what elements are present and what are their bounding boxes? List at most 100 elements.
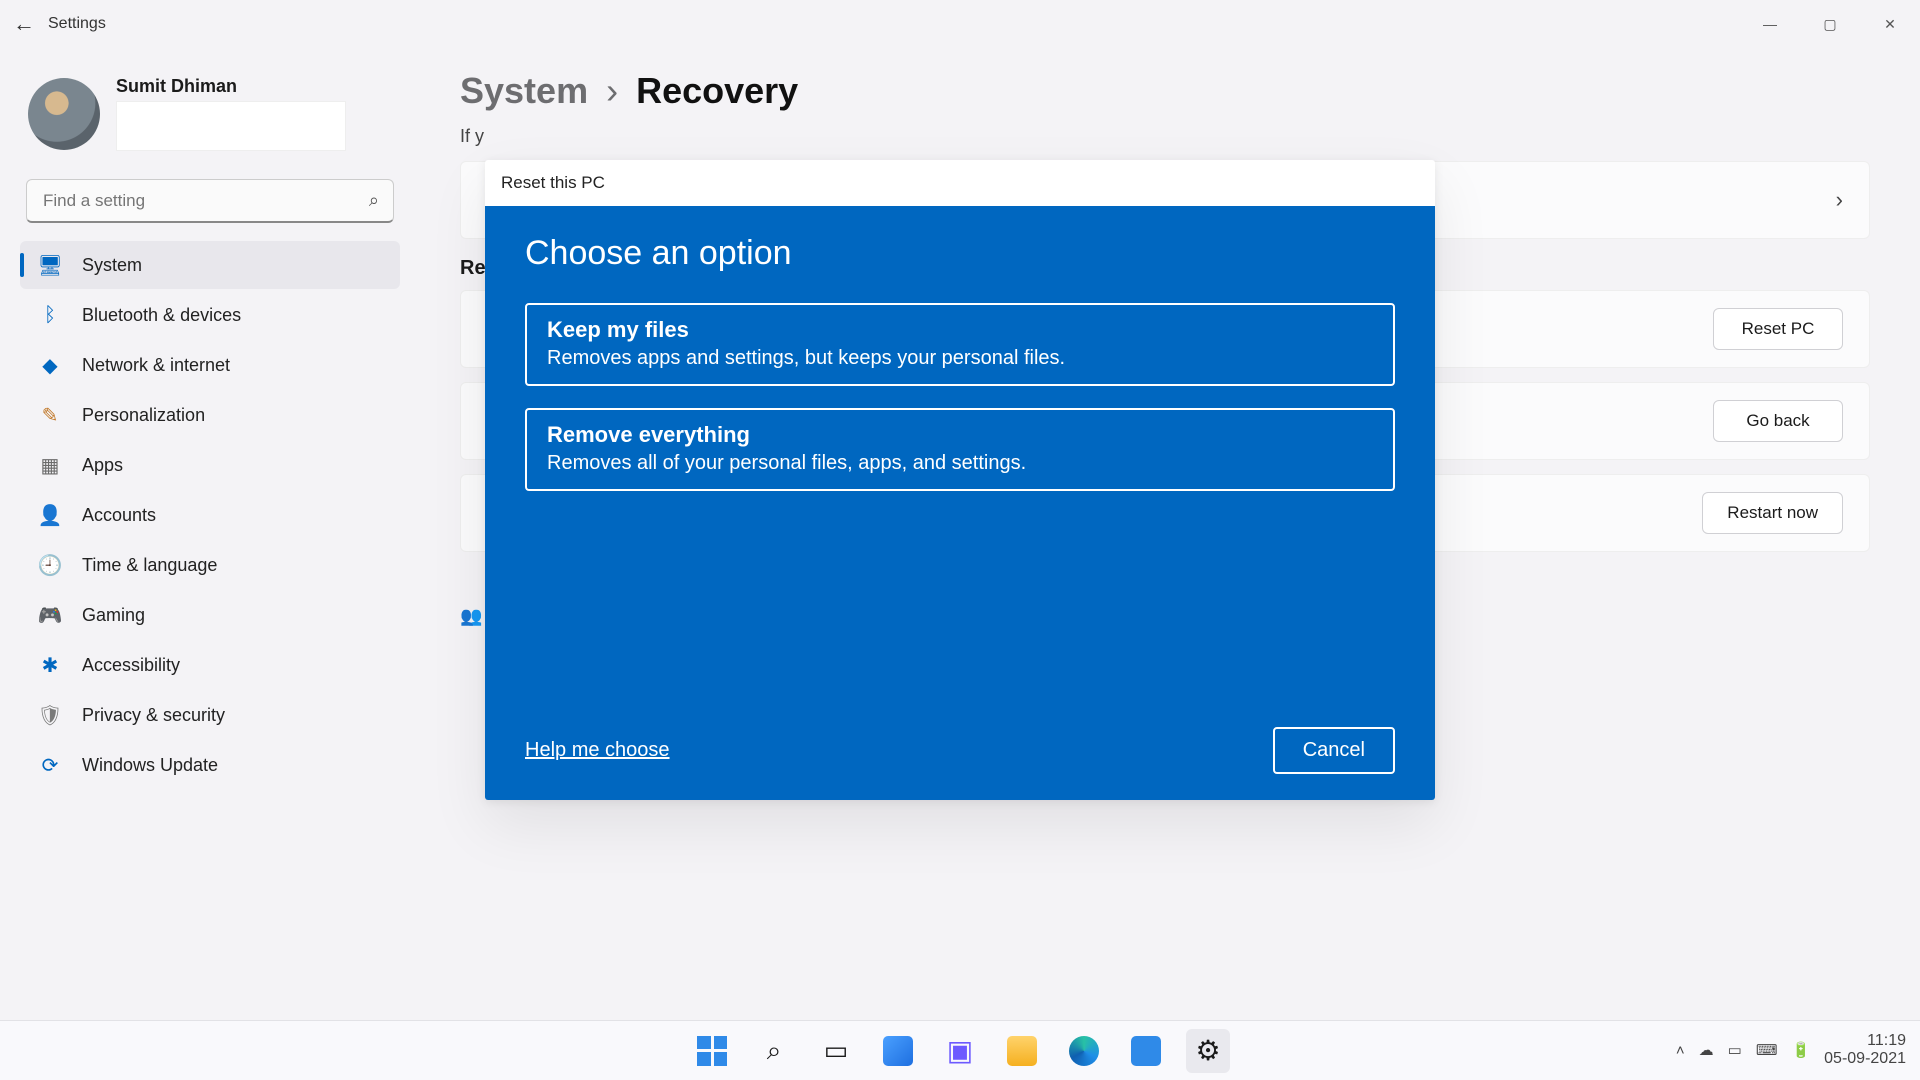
sidebar-item-privacy-security[interactable]: 🛡 Privacy & security (20, 691, 400, 739)
bluetooth-icon: ᛒ (38, 303, 62, 327)
settings-taskbar-button[interactable]: ⚙ (1186, 1029, 1230, 1073)
sidebar-item-label: Bluetooth & devices (82, 305, 241, 326)
clock-date: 05-09-2021 (1824, 1050, 1906, 1068)
profile-name: Sumit Dhiman (116, 76, 346, 97)
feedback-icon: 👥 (460, 606, 482, 627)
widgets-icon (883, 1036, 913, 1066)
maximize-icon: ▢ (1823, 16, 1836, 33)
profile[interactable]: Sumit Dhiman (20, 70, 400, 171)
maximize-button[interactable]: ▢ (1800, 0, 1860, 48)
display-tray-icon[interactable]: ▭ (1728, 1041, 1742, 1059)
close-icon: ✕ (1884, 16, 1896, 33)
nav: 🖥 System ᛒ Bluetooth & devices ◆ Network & in… (20, 241, 400, 789)
back-arrow-icon: ← (13, 11, 35, 37)
sidebar-item-bluetooth-devices[interactable]: ᛒ Bluetooth & devices (20, 291, 400, 339)
sidebar-item-label: Accounts (82, 505, 156, 526)
go-back-button[interactable]: Go back (1713, 400, 1843, 442)
option-keep-my-files[interactable]: Keep my files Removes apps and settings,… (525, 303, 1395, 386)
sidebar-item-label: Privacy & security (82, 705, 225, 726)
sidebar-item-time-language[interactable]: 🕘 Time & language (20, 541, 400, 589)
cancel-button[interactable]: Cancel (1273, 727, 1395, 774)
app-title: Settings (48, 15, 106, 33)
sidebar-item-label: Apps (82, 455, 123, 476)
sidebar-item-label: System (82, 255, 142, 276)
dialog-title: Choose an option (525, 234, 1395, 273)
sidebar-item-label: Personalization (82, 405, 205, 426)
store-button[interactable] (1124, 1029, 1168, 1073)
minimize-button[interactable]: ― (1740, 0, 1800, 48)
wifi-icon: ◆ (38, 353, 62, 377)
avatar (28, 78, 100, 150)
chat-button[interactable]: ▣ (938, 1029, 982, 1073)
option-desc: Removes apps and settings, but keeps you… (547, 347, 1373, 370)
taskbar-center: ⌕ ▭ ▣ ⚙ (690, 1029, 1230, 1073)
sidebar-item-accessibility[interactable]: ✱Accessibility (20, 641, 400, 689)
close-button[interactable]: ✕ (1860, 0, 1920, 48)
window-controls: ― ▢ ✕ (1740, 0, 1920, 48)
titlebar: ← Settings ― ▢ ✕ (0, 0, 1920, 48)
display-icon: 🖥 (38, 253, 62, 277)
widgets-button[interactable] (876, 1029, 920, 1073)
sidebar-item-system[interactable]: 🖥 System (20, 241, 400, 289)
edge-button[interactable] (1062, 1029, 1106, 1073)
option-title: Remove everything (547, 422, 1373, 448)
option-title: Keep my files (547, 317, 1373, 343)
option-remove-everything[interactable]: Remove everything Removes all of your pe… (525, 408, 1395, 491)
sidebar-item-accounts[interactable]: 👤 Accounts (20, 491, 400, 539)
search-icon: ⌕ (369, 190, 379, 211)
search-input[interactable] (41, 190, 369, 212)
sidebar-item-label: Network & internet (82, 355, 230, 376)
back-button[interactable]: ← (0, 11, 48, 37)
tray-chevron-icon[interactable]: ˄ (1676, 1042, 1685, 1059)
taskbar: ⌕ ▭ ▣ ⚙ ˄ ☁ ▭ ⌨ 🔋 11:19 05-09-2021 (0, 1020, 1920, 1080)
search-box[interactable]: ⌕ (26, 179, 394, 223)
taskbar-search-button[interactable]: ⌕ (752, 1029, 796, 1073)
edge-icon (1069, 1036, 1099, 1066)
sidebar-item-label: Gaming (82, 605, 145, 626)
sidebar-item-windows-update[interactable]: ⟳ Windows Update (20, 741, 400, 789)
help-me-choose-link[interactable]: Help me choose (525, 739, 670, 762)
breadcrumb-parent[interactable]: System (460, 70, 588, 112)
task-view-button[interactable]: ▭ (814, 1029, 858, 1073)
battery-icon[interactable]: 🔋 (1791, 1041, 1810, 1059)
language-tray-icon[interactable]: ⌨ (1756, 1041, 1778, 1059)
clock-icon: 🕘 (38, 553, 62, 577)
sidebar-item-label: Time & language (82, 555, 217, 576)
sidebar-item-network-internet[interactable]: ◆ Network & internet (20, 341, 400, 389)
clock-time: 11:19 (1824, 1032, 1906, 1050)
dialog-header: Reset this PC (485, 160, 1435, 206)
breadcrumb-current: Recovery (636, 70, 798, 112)
gaming-icon: 🎮 (38, 603, 62, 627)
sidebar-item-label: Windows Update (82, 755, 218, 776)
start-button[interactable] (690, 1029, 734, 1073)
update-icon: ⟳ (38, 753, 62, 777)
sidebar-item-label: Accessibility (82, 655, 180, 676)
clock[interactable]: 11:19 05-09-2021 (1824, 1032, 1906, 1069)
task-view-icon: ▭ (824, 1035, 849, 1066)
chevron-right-icon: › (1836, 187, 1843, 213)
intro-text: If y (460, 126, 1870, 147)
sidebar-item-apps[interactable]: ▦Apps (20, 441, 400, 489)
shield-icon: 🛡 (38, 703, 62, 727)
person-icon: 👤 (38, 503, 62, 527)
option-desc: Removes all of your personal files, apps… (547, 452, 1373, 475)
chevron-right-icon: › (606, 70, 618, 112)
gear-icon: ⚙ (1195, 1034, 1220, 1067)
reset-pc-dialog: Reset this PC Choose an option Keep my f… (485, 160, 1435, 800)
sidebar: Sumit Dhiman ⌕ 🖥 System ᛒ Bluetooth & devic… (20, 70, 400, 789)
reset-pc-button[interactable]: Reset PC (1713, 308, 1843, 350)
chat-icon: ▣ (947, 1034, 973, 1067)
breadcrumb: System › Recovery (460, 70, 1870, 112)
sidebar-item-personalization[interactable]: ✎ Personalization (20, 391, 400, 439)
store-icon (1131, 1036, 1161, 1066)
onedrive-icon[interactable]: ☁ (1699, 1041, 1714, 1059)
sidebar-item-gaming[interactable]: 🎮 Gaming (20, 591, 400, 639)
systray: ˄ ☁ ▭ ⌨ 🔋 11:19 05-09-2021 (1676, 1020, 1906, 1080)
restart-now-button[interactable]: Restart now (1702, 492, 1843, 534)
pencil-icon: ✎ (38, 403, 62, 427)
dialog-footer: Help me choose Cancel (525, 727, 1395, 774)
windows-logo-icon (697, 1036, 727, 1066)
profile-sub (116, 101, 346, 151)
folder-icon (1007, 1036, 1037, 1066)
file-explorer-button[interactable] (1000, 1029, 1044, 1073)
